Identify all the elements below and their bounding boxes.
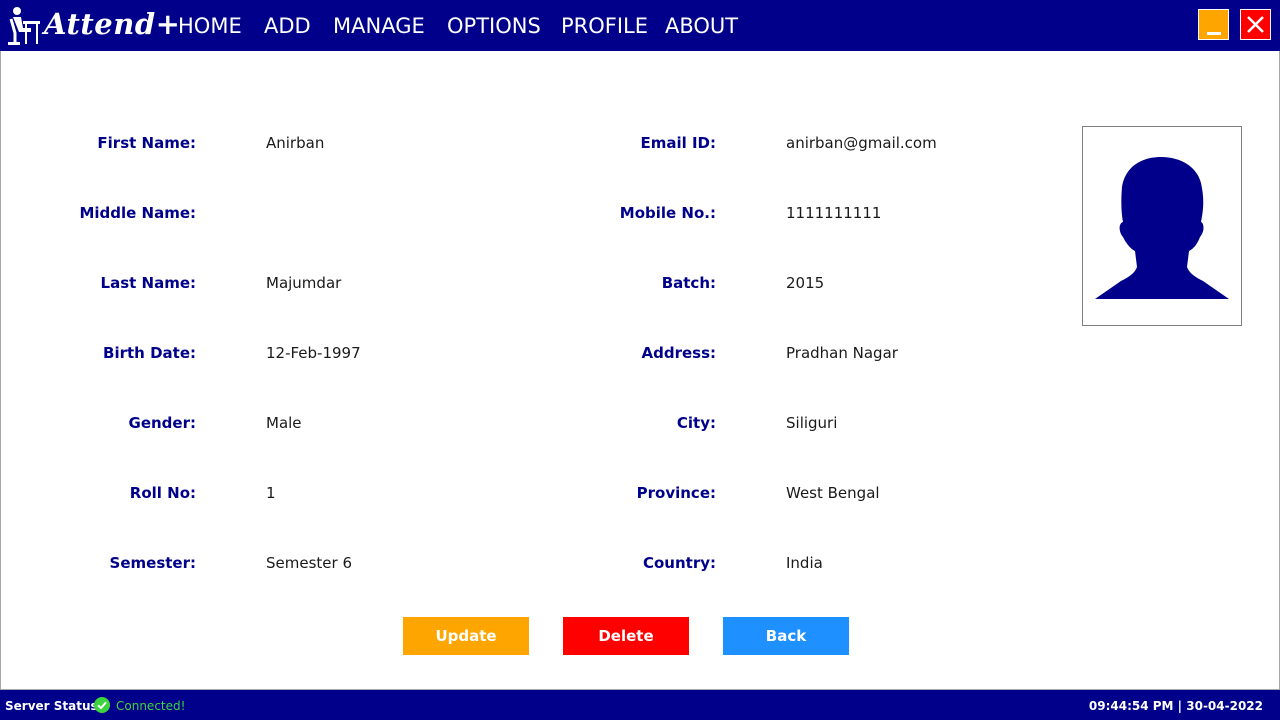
top-navigation-bar: Attend+ HOME ADD MANAGE OPTIONS PROFILE … <box>0 0 1280 51</box>
batch-label: Batch: <box>661 274 716 292</box>
country-label: Country: <box>642 554 716 572</box>
province-value: West Bengal <box>786 484 880 502</box>
nav-manage[interactable]: MANAGE <box>333 13 425 39</box>
update-button[interactable]: Update <box>403 617 529 655</box>
nav-add[interactable]: ADD <box>264 13 311 39</box>
status-bar: Server Status: Connected! 09:44:54 PM | … <box>0 690 1280 720</box>
close-button[interactable] <box>1240 9 1271 40</box>
server-status-label: Server Status: <box>5 699 103 713</box>
user-silhouette-icon <box>1095 157 1229 299</box>
province-label: Province: <box>636 484 716 502</box>
batch-value: 2015 <box>786 274 825 292</box>
minimize-icon <box>1207 32 1221 35</box>
back-button[interactable]: Back <box>723 617 849 655</box>
roll-no-label: Roll No: <box>129 484 196 502</box>
semester-value: Semester 6 <box>266 554 352 572</box>
student-photo <box>1082 126 1242 326</box>
email-label: Email ID: <box>640 134 716 152</box>
mobile-label: Mobile No.: <box>619 204 716 222</box>
city-value: Siliguri <box>786 414 838 432</box>
address-value: Pradhan Nagar <box>786 344 898 362</box>
city-label: City: <box>676 414 716 432</box>
check-circle-icon <box>94 697 110 713</box>
middle-name-label: Middle Name: <box>79 204 196 222</box>
semester-label: Semester: <box>109 554 196 572</box>
mobile-value: 1111111111 <box>786 204 882 222</box>
roll-no-value: 1 <box>266 484 276 502</box>
app-title: Attend+ <box>44 7 181 41</box>
email-value: anirban@gmail.com <box>786 134 937 152</box>
first-name-label: First Name: <box>97 134 196 152</box>
first-name-value: Anirban <box>266 134 325 152</box>
gender-value: Male <box>266 414 302 432</box>
nav-home[interactable]: HOME <box>178 13 242 39</box>
nav-options[interactable]: OPTIONS <box>447 13 541 39</box>
student-details-panel: First Name: Anirban Middle Name: Last Na… <box>0 51 1280 690</box>
birth-date-value: 12-Feb-1997 <box>266 344 361 362</box>
nav-about[interactable]: ABOUT <box>665 13 738 39</box>
close-icon <box>1247 16 1264 33</box>
datetime-display: 09:44:54 PM | 30-04-2022 <box>1088 699 1263 713</box>
delete-button[interactable]: Delete <box>563 617 689 655</box>
server-status-value: Connected! <box>116 699 186 713</box>
last-name-label: Last Name: <box>100 274 196 292</box>
nav-profile[interactable]: PROFILE <box>561 13 648 39</box>
gender-label: Gender: <box>128 414 196 432</box>
last-name-value: Majumdar <box>266 274 342 292</box>
address-label: Address: <box>641 344 716 362</box>
minimize-button[interactable] <box>1198 9 1229 40</box>
birth-date-label: Birth Date: <box>103 344 196 362</box>
student-at-desk-icon <box>8 7 40 45</box>
country-value: India <box>786 554 823 572</box>
